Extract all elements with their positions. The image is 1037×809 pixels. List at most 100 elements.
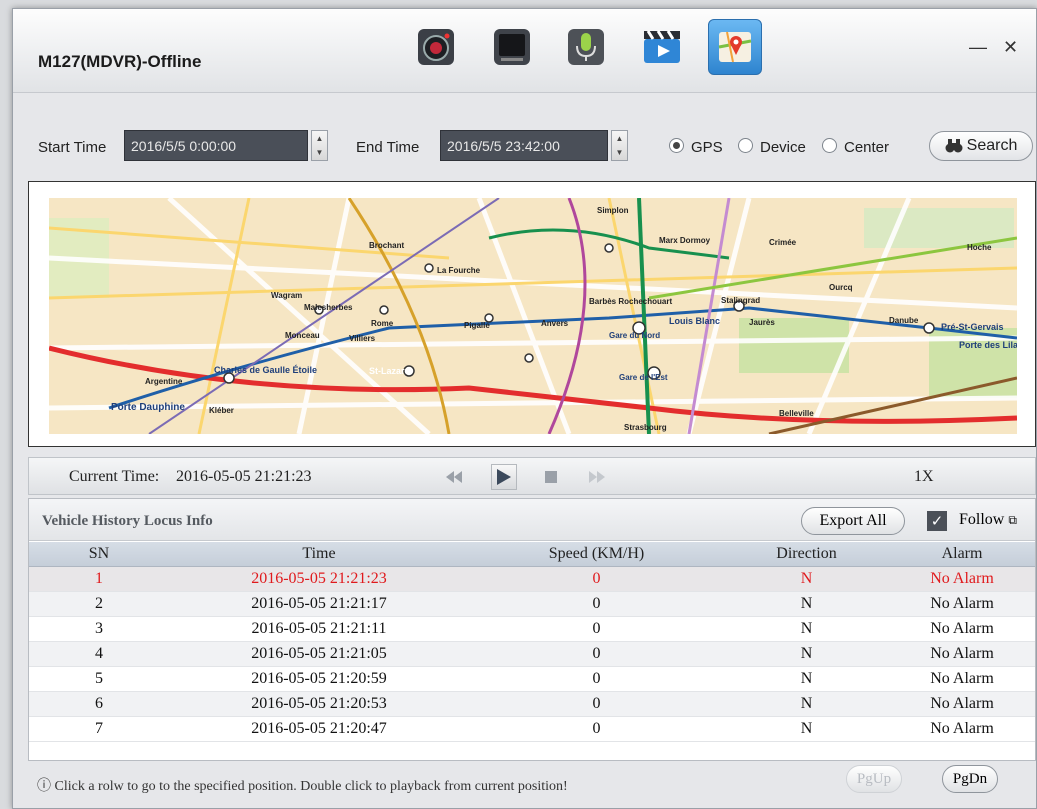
map-label: La Fourche [437, 266, 481, 275]
spin-up-icon[interactable]: ▲ [316, 134, 324, 143]
cell-time: 2016-05-05 21:21:05 [169, 641, 469, 667]
column-header[interactable]: Direction [724, 542, 889, 567]
minimize-button[interactable]: — [969, 37, 987, 58]
cell-speed: 0 [469, 566, 724, 592]
cell-speed: 0 [469, 616, 724, 642]
map-label: Simplon [597, 206, 629, 215]
cell-time: 2016-05-05 21:21:17 [169, 591, 469, 617]
gps-radio[interactable] [669, 138, 684, 153]
cell-alarm: No Alarm [889, 691, 1035, 717]
table-row[interactable]: 1 2016-05-05 21:21:23 0 N No Alarm [29, 566, 1035, 592]
export-all-button[interactable]: Export All [801, 507, 905, 535]
map-label: Gare de l'Est [619, 373, 668, 382]
current-time-value: 2016-05-05 21:21:23 [176, 468, 312, 485]
map-frame: Porte Dauphine Charles de Gaulle Étoile … [28, 181, 1036, 447]
start-time-spinner[interactable]: ▲ ▼ [311, 130, 328, 161]
map-label: Kléber [209, 406, 234, 415]
center-radio[interactable] [822, 138, 837, 153]
spin-down-icon[interactable]: ▼ [316, 148, 324, 157]
map-label: Strasbourg [624, 423, 667, 432]
locus-info-panel: Vehicle History Locus Info Export All ✓ … [28, 498, 1036, 761]
playback-speed[interactable]: 1X [914, 468, 934, 486]
pgdn-button[interactable]: PgDn [942, 765, 998, 793]
playback-bar: Current Time: 2016-05-05 21:21:23 1X [28, 457, 1036, 495]
map-label: Ourcq [829, 283, 853, 292]
map-label: Marx Dormoy [659, 236, 711, 245]
cell-speed: 0 [469, 666, 724, 692]
cell-time: 2016-05-05 21:20:53 [169, 691, 469, 717]
table-row[interactable]: 3 2016-05-05 21:21:11 0 N No Alarm [29, 616, 1035, 642]
map-track-icon[interactable] [708, 19, 762, 75]
map-label: Pré-St-Gervais [941, 322, 1004, 332]
table-row[interactable]: 4 2016-05-05 21:21:05 0 N No Alarm [29, 641, 1035, 667]
map-label: Gare du Nord [609, 331, 660, 340]
column-header[interactable]: Speed (KM/H) [469, 542, 724, 567]
device-label: Device [760, 139, 806, 156]
map-label: Louis Blanc [669, 316, 720, 326]
panel-header: Vehicle History Locus Info Export All ✓ … [29, 499, 1035, 541]
locus-table: SN Time Speed (KM/H) Direction Alarm 1 2… [29, 542, 1035, 742]
map-label: Monceau [285, 331, 320, 340]
popout-icon[interactable]: ⧉ [1008, 513, 1017, 527]
device-radio[interactable] [738, 138, 753, 153]
cell-alarm: No Alarm [889, 716, 1035, 742]
spin-up-icon[interactable]: ▲ [616, 134, 624, 143]
map-label: Barbès Rochechouart [589, 297, 672, 306]
query-bar: Start Time 2016/5/5 0:00:00 ▲ ▼ End Time … [13, 127, 1036, 167]
map-label: Porte Dauphine [111, 402, 185, 413]
map-label: Crimée [769, 238, 797, 247]
pgup-button[interactable]: PgUp [846, 765, 902, 793]
end-time-spinner[interactable]: ▲ ▼ [611, 130, 628, 161]
table-row[interactable]: 5 2016-05-05 21:20:59 0 N No Alarm [29, 666, 1035, 692]
center-label: Center [844, 139, 890, 156]
start-time-field[interactable]: 2016/5/5 0:00:00 [124, 130, 308, 161]
map-canvas[interactable]: Porte Dauphine Charles de Gaulle Étoile … [49, 198, 1017, 434]
cell-alarm: No Alarm [889, 616, 1035, 642]
cell-sn: 4 [29, 641, 169, 667]
follow-checkbox[interactable]: ✓ [927, 511, 947, 531]
search-label: Search [966, 137, 1018, 154]
follow-label: Follow ⧉ [959, 511, 1017, 528]
cell-direction: N [724, 616, 889, 642]
cell-speed: 0 [469, 716, 724, 742]
map-label: Hoche [967, 243, 992, 252]
cell-time: 2016-05-05 21:20:47 [169, 716, 469, 742]
stop-icon[interactable] [538, 464, 564, 490]
video-clapper-icon[interactable] [635, 19, 689, 75]
play-icon[interactable] [491, 464, 517, 490]
fast-forward-icon[interactable] [584, 464, 610, 490]
info-icon: ⓘ [37, 779, 51, 794]
start-time-label: Start Time [38, 139, 107, 156]
column-header[interactable]: Time [169, 542, 469, 567]
end-time-label: End Time [356, 139, 420, 156]
window-title: M127(MDVR)-Offline [38, 52, 202, 71]
table-row[interactable]: 7 2016-05-05 21:20:47 0 N No Alarm [29, 716, 1035, 742]
map-label: Danube [889, 316, 919, 325]
search-button[interactable]: Search [929, 131, 1033, 161]
cell-direction: N [724, 716, 889, 742]
map-label: Argentine [145, 377, 183, 386]
column-header[interactable]: Alarm [889, 542, 1035, 567]
spin-down-icon[interactable]: ▼ [616, 148, 624, 157]
map-label: Charles de Gaulle Étoile [214, 365, 317, 375]
cell-alarm: No Alarm [889, 566, 1035, 592]
table-row[interactable]: 2 2016-05-05 21:21:17 0 N No Alarm [29, 591, 1035, 617]
rewind-icon[interactable] [441, 464, 467, 490]
monitor-icon[interactable] [485, 19, 539, 75]
cell-sn: 7 [29, 716, 169, 742]
cell-sn: 6 [29, 691, 169, 717]
table-header-row: SN Time Speed (KM/H) Direction Alarm [29, 542, 1035, 567]
camera-snapshot-icon[interactable] [409, 19, 463, 75]
column-header[interactable]: SN [29, 542, 169, 567]
close-button[interactable]: ✕ [1003, 37, 1018, 58]
locus-playback-window: M127(MDVR)-Offline — ✕ Start Time 2016/5… [12, 8, 1037, 809]
cell-time: 2016-05-05 21:21:23 [169, 566, 469, 592]
hint-text: ⓘ Click a rolw to go to the specified po… [37, 779, 568, 794]
microphone-icon[interactable] [559, 19, 613, 75]
table-row[interactable]: 6 2016-05-05 21:20:53 0 N No Alarm [29, 691, 1035, 717]
cell-direction: N [724, 666, 889, 692]
cell-speed: 0 [469, 691, 724, 717]
end-time-field[interactable]: 2016/5/5 23:42:00 [440, 130, 608, 161]
cell-direction: N [724, 566, 889, 592]
cell-time: 2016-05-05 21:21:11 [169, 616, 469, 642]
